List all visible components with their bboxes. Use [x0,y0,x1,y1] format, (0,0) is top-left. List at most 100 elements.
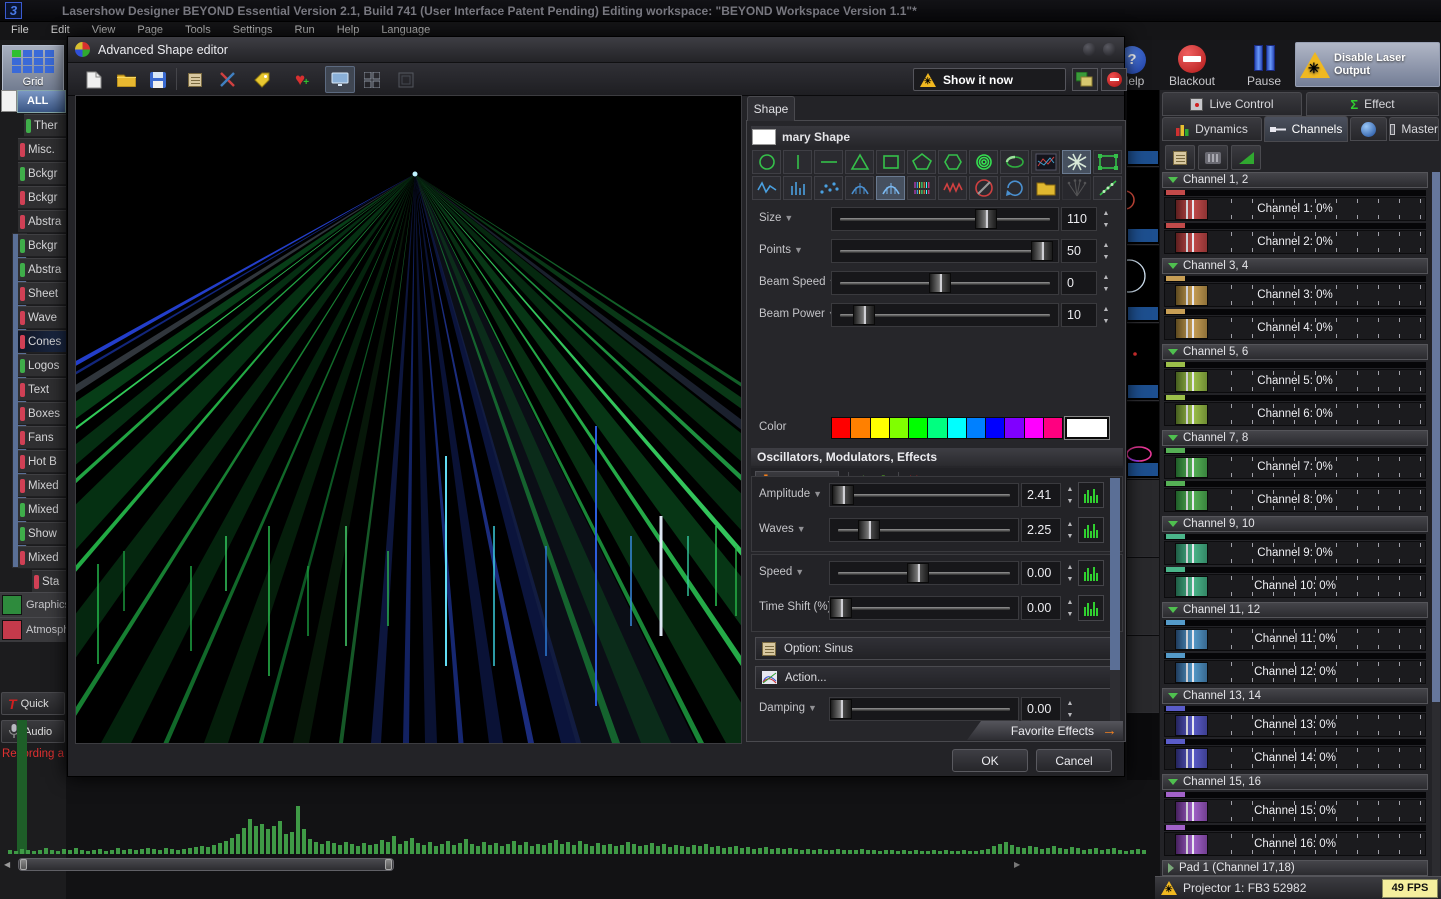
speed-spinner[interactable]: ▲▼ [1063,561,1077,585]
channel-slider[interactable]: Channel 3: 0% [1164,283,1426,307]
folder-shape-icon[interactable] [1031,176,1060,200]
fountain-shape-icon[interactable] [1062,176,1091,200]
grid-view-button[interactable]: Grid [2,45,64,93]
scatter-shape-icon[interactable] [814,176,843,200]
amplitude-label[interactable]: Amplitude▼ [759,488,822,500]
square-shape-icon[interactable] [876,150,905,174]
sidebar-tab-bckgr[interactable]: Bckgr [18,162,66,185]
sidebar-tab-wave[interactable]: Wave [18,306,66,329]
channel-slider[interactable]: Channel 6: 0% [1164,402,1426,426]
channels-edit-button[interactable] [1165,145,1195,170]
pad-group-header[interactable]: Pad 1 (Channel 17,18) [1162,860,1428,876]
single-view-button[interactable] [325,66,355,93]
channel-slider[interactable]: Channel 13: 0% [1164,713,1426,737]
speed-fft-button[interactable] [1078,560,1104,586]
sidebar-tab-all[interactable]: ALL [17,90,66,113]
wave-shape-icon[interactable] [752,176,781,200]
sidebar-tab-abstra[interactable]: Abstra [18,210,66,233]
cue-cell[interactable] [1127,90,1159,167]
pause-icon[interactable] [1252,45,1276,71]
dome-shape-icon[interactable] [845,176,874,200]
scroll-right-icon[interactable]: ▶ [1014,860,1020,869]
new-shape-button[interactable] [79,66,109,93]
pause-label[interactable]: Pause [1243,74,1285,88]
channel-group-header[interactable]: Channel 3, 4 [1162,258,1428,274]
channel-slider[interactable]: Channel 9: 0% [1164,541,1426,565]
size-spinner[interactable]: ▲▼ [1099,207,1113,231]
color-swatch[interactable] [1025,418,1043,438]
size-slider-handle[interactable] [975,209,997,229]
blackout-icon[interactable] [1178,45,1206,73]
white-color-swatch[interactable] [1065,417,1109,439]
dialog-minimize-orb[interactable] [1083,43,1096,56]
waves-value[interactable]: 2.25 [1021,518,1061,542]
frame-shape-icon[interactable] [1093,150,1122,174]
channel-group-header[interactable]: Channel 7, 8 [1162,430,1428,446]
color-swatch[interactable] [851,418,869,438]
cue-cell[interactable] [1127,168,1159,245]
pentagon-shape-icon[interactable] [907,150,936,174]
sidebar-tab-bckgr[interactable]: Bckgr [18,234,66,257]
red-wave-shape-icon[interactable] [938,176,967,200]
amplitude-slider-handle[interactable] [832,485,854,505]
amplitude-value[interactable]: 2.41 [1021,483,1061,507]
beam-power-label[interactable]: Beam Power▼ [759,308,837,320]
ring-3d-shape-icon[interactable] [1000,150,1029,174]
damping-slider[interactable] [829,697,1019,721]
cancel-button[interactable]: Cancel [1036,749,1112,772]
cue-cell[interactable] [1127,558,1159,635]
sidebar-tab-bckgr[interactable]: Bckgr [18,186,66,209]
time-shift-slider-handle[interactable] [830,598,852,618]
beam-speed-value[interactable]: 0 [1061,271,1097,295]
color-swatch[interactable] [909,418,927,438]
channel-slider[interactable]: Channel 8: 0% [1164,488,1426,512]
blackout-label[interactable]: Blackout [1163,74,1221,88]
channel-slider[interactable]: Channel 1: 0% [1164,197,1426,221]
dialog-close-orb[interactable] [1103,43,1116,56]
channel-group-header[interactable]: Channel 11, 12 [1162,602,1428,618]
speed-slider-handle[interactable] [907,563,929,583]
ok-button[interactable]: OK [952,749,1028,772]
scrollbar-left-cap[interactable] [20,859,27,870]
sidebar-tab-mixed[interactable]: Mixed [18,498,66,521]
damping-slider-handle[interactable] [830,699,852,719]
tab-channels[interactable]: Channels [1264,116,1348,142]
tab-live-control[interactable]: Live Control [1162,92,1302,116]
channel-slider[interactable]: Channel 12: 0% [1164,660,1426,684]
waves-slider[interactable] [829,518,1019,542]
open-shape-button[interactable] [111,66,141,93]
color-swatch[interactable] [1005,418,1023,438]
speed-slider[interactable] [829,561,1019,585]
cue-cell[interactable] [1127,636,1159,713]
points-slider-handle[interactable] [1031,241,1053,261]
tab-effect[interactable]: Σ Effect [1306,92,1439,116]
beam-power-slider-handle[interactable] [853,305,875,325]
speed-label[interactable]: Speed▼ [759,566,804,578]
circle-shape-icon[interactable] [752,150,781,174]
dialog-title-bar[interactable]: Advanced Shape editor [68,37,1124,63]
channel-slider[interactable]: Channel 15: 0% [1164,799,1426,823]
triangle-shape-icon[interactable] [845,150,874,174]
sidebar-tab-sta[interactable]: Sta [32,570,66,593]
channel-slider[interactable]: Channel 5: 0% [1164,369,1426,393]
tag-button[interactable] [247,66,277,93]
dome-beams-shape-icon[interactable] [876,176,905,200]
beam-power-spinner[interactable]: ▲▼ [1099,303,1113,327]
beam-speed-slider-handle[interactable] [929,273,951,293]
params-scrollbar[interactable] [1110,478,1120,740]
cue-cell[interactable] [1127,324,1159,401]
laser-preview[interactable] [75,95,742,744]
scrollbar-right-cap[interactable] [385,859,392,870]
channels-mixer-button[interactable] [1198,145,1228,170]
rain-shape-icon[interactable] [907,176,936,200]
workspace-layers-button[interactable] [1072,68,1098,91]
cue-cell[interactable] [1127,480,1159,557]
waves-fft-button[interactable] [1078,517,1104,543]
time-shift-fft-button[interactable] [1078,595,1104,621]
channel-group-header[interactable]: Channel 13, 14 [1162,688,1428,704]
grid-view-button-dlg[interactable] [357,66,387,93]
sidebar-tab-boxes[interactable]: Boxes [18,402,66,425]
time-shift-value[interactable]: 0.00 [1021,596,1061,620]
color-swatch[interactable] [928,418,946,438]
add-favorite-button[interactable]: ♥+ [285,66,315,93]
